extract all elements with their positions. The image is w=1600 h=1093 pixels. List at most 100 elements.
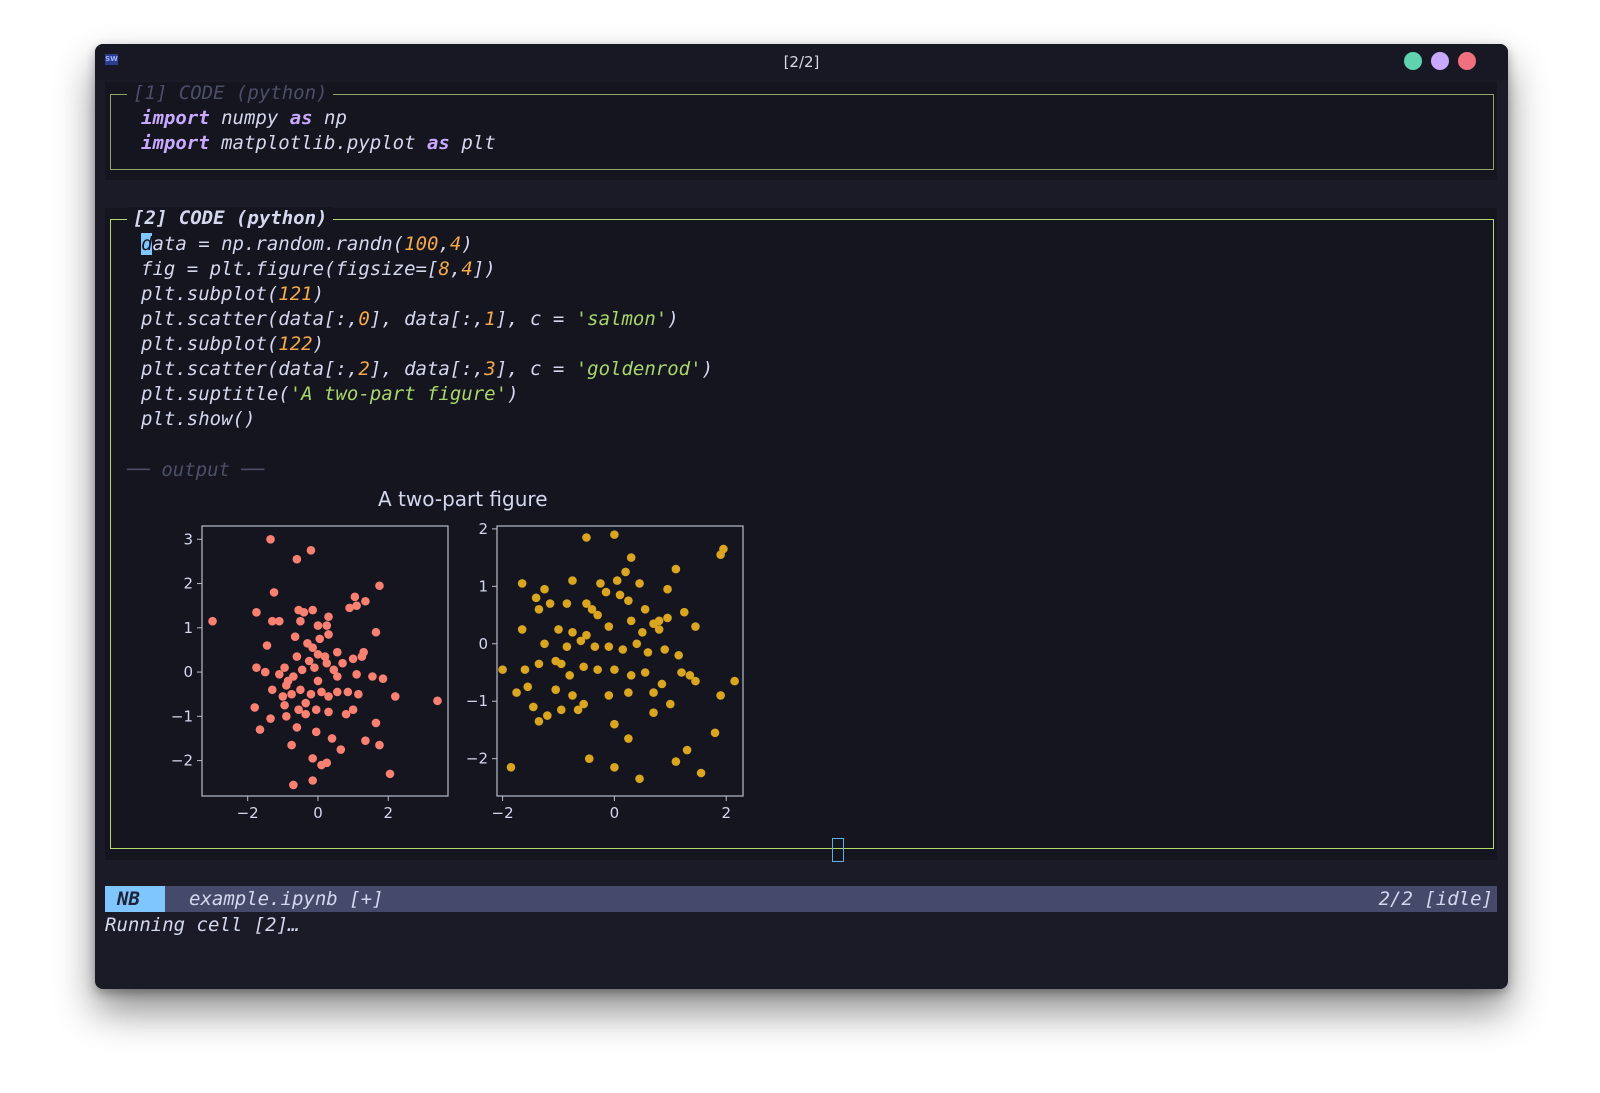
scatter-point — [357, 652, 367, 661]
scatter-point — [657, 679, 667, 689]
scatter-point — [266, 534, 275, 544]
scatter-point — [624, 688, 633, 697]
scatter-point — [310, 663, 319, 672]
scatter-point — [534, 717, 544, 726]
scatter-point — [671, 564, 681, 574]
scatter-point — [352, 601, 361, 610]
scatter-point — [297, 665, 307, 675]
x-tick-label: 2 — [383, 804, 393, 822]
scatter-point — [308, 776, 317, 785]
scatter-point — [498, 665, 507, 674]
scatter-point — [306, 689, 316, 699]
scatter-point — [378, 674, 388, 684]
scatter-point — [283, 676, 293, 686]
scatter-point — [643, 648, 653, 657]
scatter-point — [534, 659, 544, 669]
window-close-button[interactable] — [1458, 52, 1476, 70]
scatter-point — [624, 734, 633, 743]
scatter-point — [582, 533, 591, 542]
code-line[interactable]: plt.show() — [141, 408, 255, 430]
scatter-point — [371, 718, 381, 728]
scatter-point — [691, 622, 700, 631]
code-line[interactable]: import matplotlib.pyplot as plt — [141, 132, 496, 154]
scatter-point — [368, 672, 377, 681]
scatter-point — [348, 654, 358, 664]
scatter-point — [573, 705, 583, 715]
scatter-point — [322, 658, 332, 668]
scatter-point — [506, 762, 516, 772]
scatter-point — [252, 608, 261, 617]
scatter-point — [433, 696, 442, 706]
scatter-point — [543, 711, 552, 720]
scatter-point — [333, 687, 342, 697]
scatter-point — [674, 650, 684, 660]
scatter-point — [649, 688, 658, 697]
subplot-2-frame — [496, 525, 744, 797]
scatter-point — [324, 630, 333, 639]
scatter-point — [638, 627, 647, 637]
code-line[interactable]: plt.suptitle('A two-part figure') — [141, 383, 519, 405]
scatter-point — [371, 627, 381, 637]
scatter-point — [280, 700, 289, 710]
scatter-point — [610, 665, 619, 674]
scatter-point — [596, 579, 605, 588]
code-line[interactable]: plt.subplot(121) — [141, 283, 324, 305]
scatter-point — [322, 758, 332, 768]
y-tick-label: 0 — [478, 635, 488, 653]
code-line[interactable]: import numpy as np — [141, 107, 347, 129]
scatter-point — [267, 685, 277, 695]
scatter-point — [679, 607, 689, 617]
y-tick-label: 2 — [478, 520, 488, 538]
scatter-point — [562, 599, 572, 608]
scatter-point — [296, 616, 305, 626]
scatter-point — [287, 689, 296, 699]
x-tick-label: 0 — [313, 804, 323, 822]
scatter-point — [287, 740, 296, 750]
scatter-point — [250, 703, 260, 712]
y-tick-label: −2 — [171, 752, 193, 770]
code-line[interactable]: fig = plt.figure(figsize=[8,4]) — [141, 258, 496, 280]
scatter-point — [338, 658, 347, 668]
y-tick-label: 2 — [183, 575, 193, 593]
scatter-point — [677, 668, 686, 677]
scatter-point — [529, 702, 538, 712]
scatter-point — [691, 676, 700, 686]
code-line[interactable]: plt.scatter(data[:,0], data[:,1], c = 's… — [141, 308, 679, 330]
scatter-point — [626, 671, 636, 680]
scatter-point — [260, 667, 270, 677]
scatter-point — [290, 632, 300, 641]
scatter-point — [315, 634, 325, 644]
scatter-point — [275, 616, 284, 626]
window-green-button[interactable] — [1404, 52, 1422, 70]
scatter-point — [350, 592, 360, 602]
scatter-point — [313, 676, 323, 686]
scatter-point — [296, 685, 305, 695]
scatter-point — [568, 627, 577, 637]
scatter-point — [730, 676, 739, 686]
scatter-point — [361, 736, 370, 745]
code-line[interactable]: plt.subplot(122) — [141, 333, 324, 355]
window-purple-button[interactable] — [1431, 52, 1449, 70]
scatter-point — [512, 688, 521, 697]
scatter-point — [517, 579, 527, 588]
scatter-point — [292, 554, 302, 564]
y-tick-label: −2 — [466, 750, 488, 768]
code-line[interactable]: plt.scatter(data[:,2], data[:,3], c = 'g… — [141, 358, 713, 380]
scatter-point — [556, 659, 566, 669]
scatter-point — [208, 616, 217, 626]
scatter-point — [540, 639, 549, 649]
code-line[interactable]: data = np.random.randn(100,4) — [141, 233, 473, 255]
scatter-point — [624, 596, 633, 605]
scatter-point — [551, 685, 561, 695]
scatter-point — [292, 652, 302, 661]
scatter-point — [671, 757, 681, 766]
scatter-point — [324, 612, 333, 622]
scatter-point — [252, 663, 261, 672]
scatter-point — [654, 616, 664, 626]
scatter-point — [517, 625, 527, 634]
scatter-point — [333, 647, 342, 657]
scatter-point — [278, 692, 288, 701]
scatter-point — [632, 639, 642, 649]
y-tick-label: 0 — [183, 663, 193, 681]
scatter-point — [375, 581, 384, 591]
